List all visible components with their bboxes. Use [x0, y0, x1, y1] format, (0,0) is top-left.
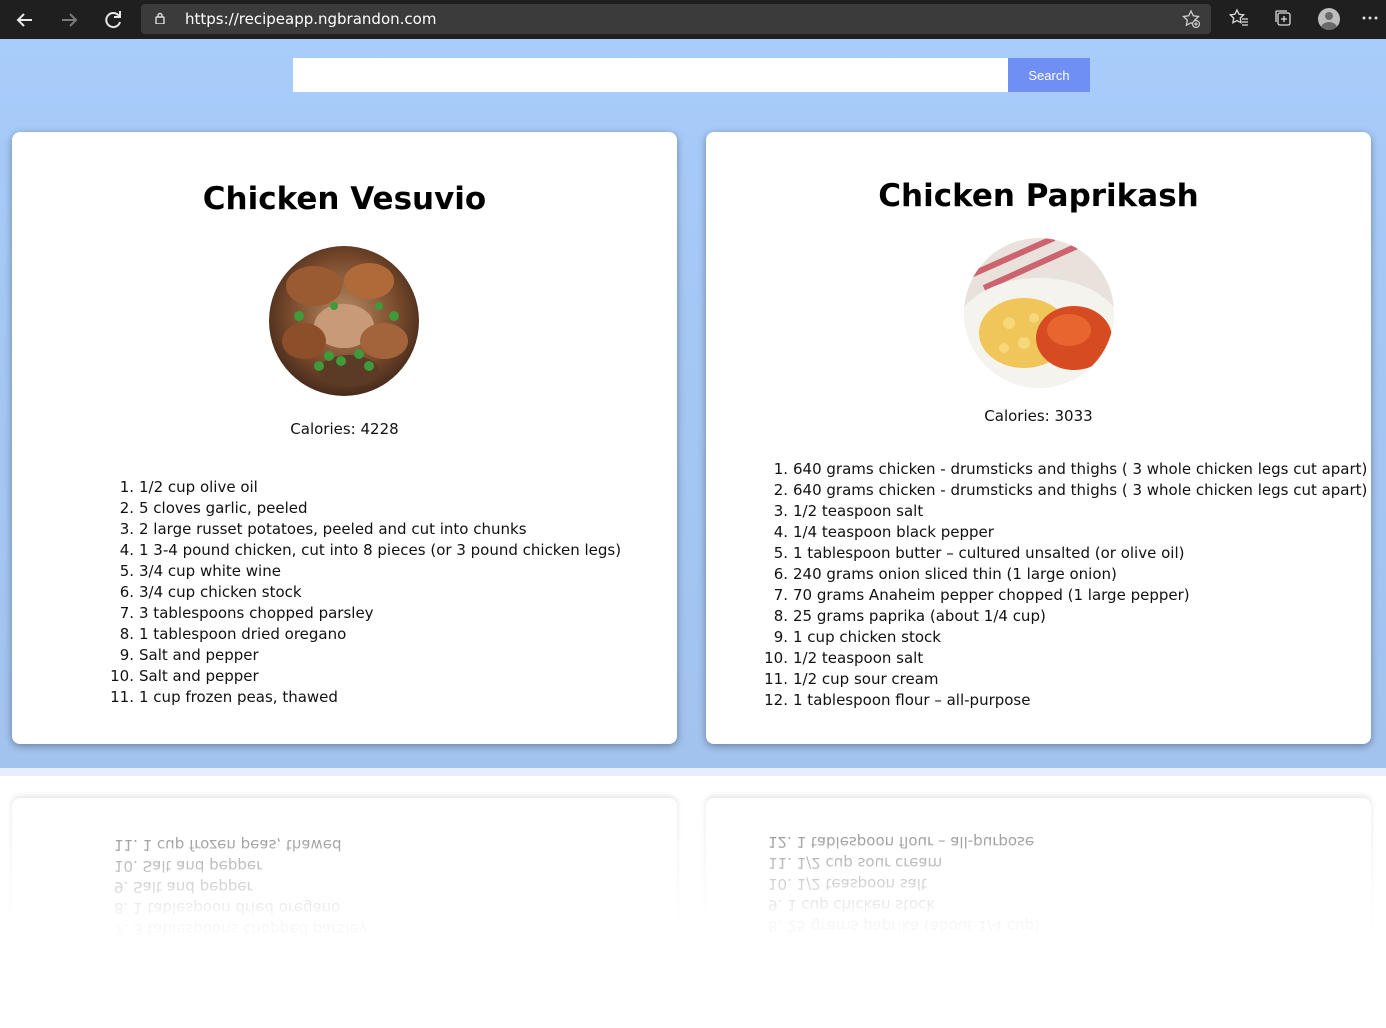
- collections-icon[interactable]: [1270, 7, 1296, 33]
- ingredient-number: 7.: [119, 604, 134, 622]
- ingredient-number: 1.: [119, 478, 134, 496]
- recipe-title: Chicken Paprikash: [878, 178, 1199, 214]
- ingredient-number: 2.: [773, 481, 788, 499]
- ingredient-text: Salt and pepper: [139, 646, 259, 664]
- ingredient-text: 640 grams chicken - drumsticks and thigh…: [793, 481, 1368, 499]
- back-icon[interactable]: [11, 6, 39, 34]
- ingredient-number: 11.: [110, 688, 134, 706]
- ingredient-item: 4. 1 3-4 pound chicken, cut into 8 pieces…: [120, 540, 622, 561]
- more-icon[interactable]: [1360, 7, 1380, 33]
- ingredient-item: 1. 640 grams chicken - drumsticks and thi…: [774, 459, 1368, 480]
- ingredient-number: 4.: [119, 541, 134, 559]
- ingredient-text: 70 grams Anaheim pepper chopped (1 large…: [793, 586, 1190, 604]
- ingredient-item: 9. Salt and pepper: [120, 645, 621, 666]
- calories-label: Calories: 3033: [984, 407, 1093, 425]
- ingredient-number: 10.: [764, 649, 788, 667]
- ingredient-item: 7. 70 grams Anaheim pepper chopped (1 lar…: [774, 585, 1367, 606]
- recipe-image: [269, 246, 419, 396]
- ingredient-text: 3/4 cup white wine: [139, 562, 281, 580]
- ingredient-item: 4. 1/4 teaspoon black pepper: [774, 522, 1367, 543]
- ingredient-text: 1/4 teaspoon black pepper: [793, 523, 994, 541]
- ingredient-item: 11. 1/2 cup sour cream: [764, 669, 1367, 690]
- address-bar[interactable]: https://recipeapp.ngbrandon.com: [141, 4, 1211, 34]
- ingredient-number: 12.: [764, 691, 788, 709]
- ingredient-item: 9. 1 cup chicken stock: [774, 627, 1367, 648]
- refresh-icon[interactable]: [99, 6, 127, 34]
- ingredient-text: 1/2 cup olive oil: [139, 478, 258, 496]
- ingredient-item: 1. 1/2 cup olive oil: [120, 477, 621, 498]
- ingredient-number: 6.: [119, 583, 134, 601]
- ingredient-number: 6.: [773, 565, 788, 583]
- reflection-fade: [0, 768, 1386, 1028]
- ingredient-list: 1. 640 grams chicken - drumsticks and thi…: [764, 459, 1368, 711]
- search-input[interactable]: [293, 58, 1008, 92]
- ingredient-text: 1 cup chicken stock: [793, 628, 941, 646]
- ingredient-text: 2 large russet potatoes, peeled and cut …: [139, 520, 527, 538]
- ingredient-number: 8.: [773, 607, 788, 625]
- favorites-icon[interactable]: [1226, 7, 1252, 33]
- ingredient-number: 7.: [773, 586, 788, 604]
- search-button[interactable]: Search: [1008, 58, 1090, 92]
- url-text[interactable]: https://recipeapp.ngbrandon.com: [185, 10, 436, 28]
- ingredient-item: 8. 1 tablespoon dried oregano: [120, 624, 621, 645]
- ingredient-item: 10. Salt and pepper: [110, 666, 621, 687]
- profile-icon[interactable]: [1318, 8, 1340, 30]
- calories-label: Calories: 4228: [290, 420, 399, 438]
- ingredient-item: 11. 1 cup frozen peas, thawed: [110, 687, 621, 708]
- ingredient-item: 8. 25 grams paprika (about 1/4 cup): [774, 606, 1367, 627]
- ingredient-text: 1/2 cup sour cream: [793, 670, 939, 688]
- ingredient-list: 1. 1/2 cup olive oil 2. 5 cloves garlic, pe…: [110, 477, 622, 708]
- ingredient-number: 3.: [119, 520, 134, 538]
- ingredient-number: 3.: [773, 502, 788, 520]
- ingredient-number: 1.: [773, 460, 788, 478]
- page-content: Search Chicken Vesuvio Calories: 4228 1.…: [0, 39, 1386, 768]
- ingredient-text: 640 grams chicken - drumsticks and thigh…: [793, 460, 1368, 478]
- recipe-image: [964, 238, 1114, 388]
- ingredient-text: 1 3-4 pound chicken, cut into 8 pieces (…: [139, 541, 622, 559]
- browser-toolbar: https://recipeapp.ngbrandon.com: [0, 0, 1386, 39]
- ingredient-item: 7. 3 tablespoons chopped parsley: [120, 603, 621, 624]
- ingredient-item: 3. 1/2 teaspoon salt: [774, 501, 1367, 522]
- ingredient-number: 11.: [764, 670, 788, 688]
- ingredient-text: 3/4 cup chicken stock: [139, 583, 302, 601]
- recipe-card: Chicken Vesuvio Calories: 4228 1. 1/2 cup…: [12, 132, 677, 744]
- ingredient-item: 12. 1 tablespoon flour – all-purpose: [764, 690, 1367, 711]
- ingredient-text: Salt and pepper: [139, 667, 259, 685]
- ingredient-text: 1/2 teaspoon salt: [793, 502, 924, 520]
- ingredient-number: 9.: [773, 628, 788, 646]
- ingredient-item: 5. 3/4 cup white wine: [120, 561, 621, 582]
- ingredient-text: 1 tablespoon butter – cultured unsalted …: [793, 544, 1185, 562]
- ingredient-text: 1 tablespoon dried oregano: [139, 625, 347, 643]
- recipe-card: Chicken Paprikash Calories: 3033 1. 640 g…: [706, 132, 1371, 744]
- ingredient-item: 3. 2 large russet potatoes, peeled and cu…: [120, 519, 621, 540]
- ingredient-text: 1/2 teaspoon salt: [793, 649, 924, 667]
- ingredient-item: 6. 3/4 cup chicken stock: [120, 582, 621, 603]
- ingredient-item: 2. 5 cloves garlic, peeled: [120, 498, 621, 519]
- ingredient-number: 5.: [773, 544, 788, 562]
- ingredient-item: 6. 240 grams onion sliced thin (1 large o…: [774, 564, 1367, 585]
- ingredient-number: 4.: [773, 523, 788, 541]
- lock-icon[interactable]: [155, 12, 165, 24]
- ingredient-number: 10.: [110, 667, 134, 685]
- ingredient-item: 10. 1/2 teaspoon salt: [764, 648, 1367, 669]
- ingredient-number: 2.: [119, 499, 134, 517]
- ingredient-item: 2. 640 grams chicken - drumsticks and thi…: [774, 480, 1368, 501]
- ingredient-text: 3 tablespoons chopped parsley: [139, 604, 374, 622]
- ingredient-number: 5.: [119, 562, 134, 580]
- ingredient-number: 9.: [119, 646, 134, 664]
- reflection: 7. 3 tablespoons chopped parsley8. 1 tab…: [0, 768, 1386, 1028]
- ingredient-text: 5 cloves garlic, peeled: [139, 499, 308, 517]
- ingredient-text: 25 grams paprika (about 1/4 cup): [793, 607, 1046, 625]
- ingredient-item: 5. 1 tablespoon butter – cultured unsalte…: [774, 543, 1367, 564]
- forward-icon[interactable]: [55, 6, 83, 34]
- add-favorite-icon[interactable]: [1181, 9, 1201, 34]
- ingredient-text: 1 tablespoon flour – all-purpose: [793, 691, 1031, 709]
- ingredient-text: 240 grams onion sliced thin (1 large oni…: [793, 565, 1117, 583]
- ingredient-text: 1 cup frozen peas, thawed: [139, 688, 338, 706]
- ingredient-number: 8.: [119, 625, 134, 643]
- recipe-title: Chicken Vesuvio: [202, 181, 487, 217]
